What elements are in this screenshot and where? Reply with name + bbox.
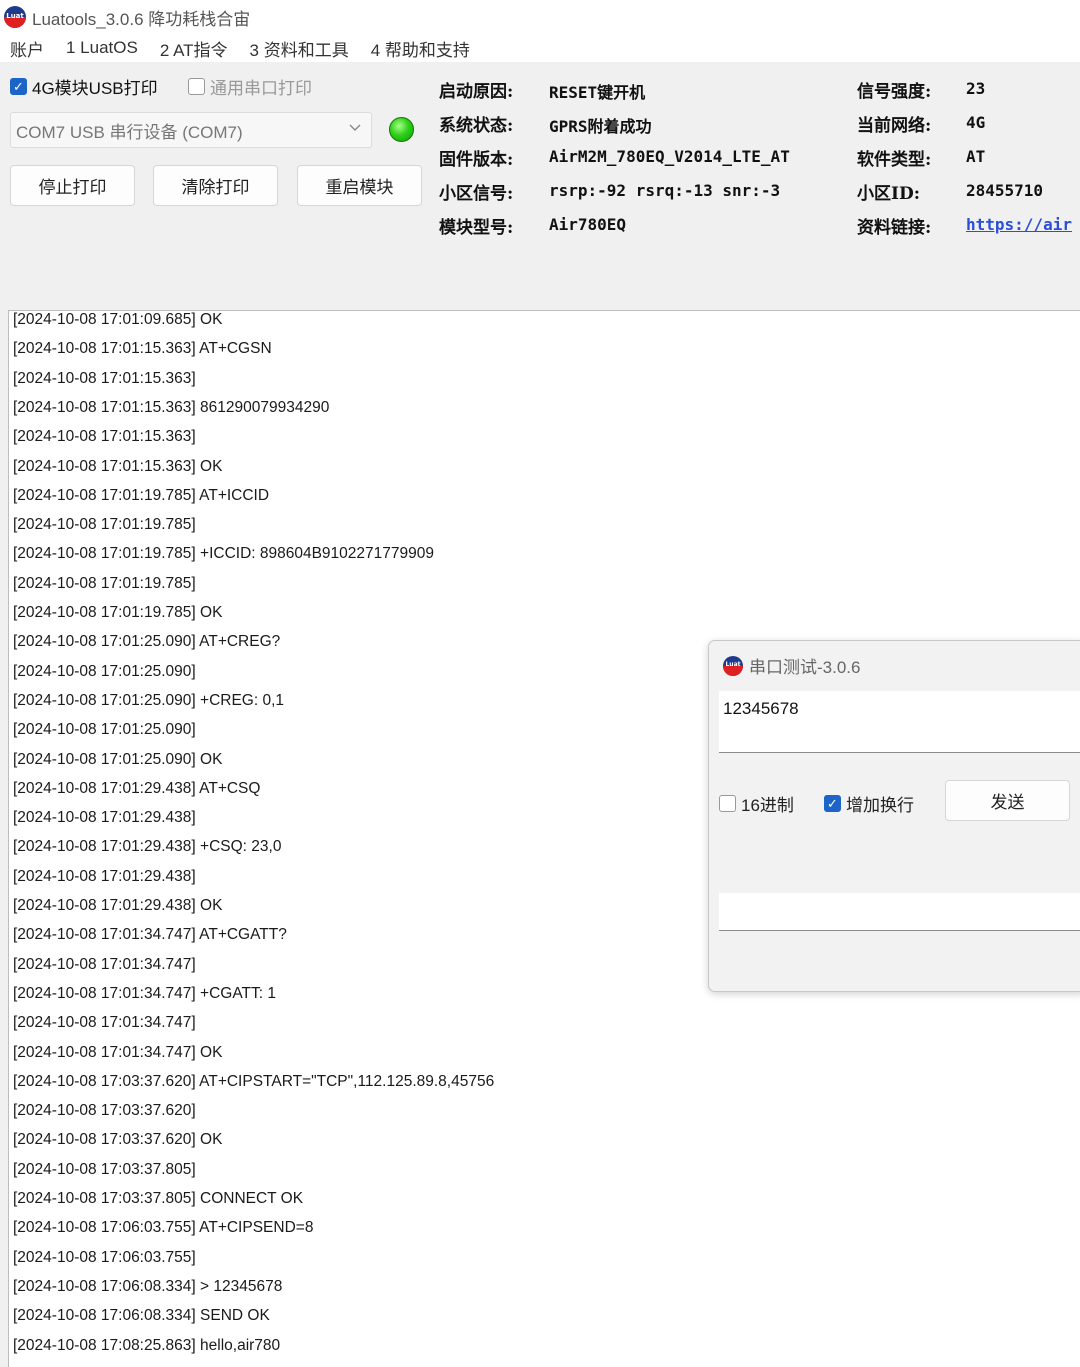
log-line: [2024-10-08 17:01:34.747] — [13, 1014, 196, 1032]
log-line: [2024-10-08 17:01:19.785] — [13, 516, 196, 534]
log-line: [2024-10-08 17:03:37.620] — [13, 1102, 196, 1120]
chevron-down-icon — [349, 124, 361, 131]
software-type-label: 软件类型: — [857, 150, 932, 170]
log-line: [2024-10-08 17:01:25.090] OK — [13, 750, 223, 768]
menu-account[interactable]: 账户 — [10, 36, 44, 61]
log-line: [2024-10-08 17:03:37.620] AT+CIPSTART="T… — [13, 1072, 495, 1090]
signal-strength-label: 信号强度: — [857, 82, 932, 102]
log-line: [2024-10-08 17:01:15.363] — [13, 428, 196, 446]
log-line: [2024-10-08 17:08:25.863] hello,air780 — [13, 1336, 281, 1354]
log-line: [2024-10-08 17:01:25.090] AT+CREG? — [13, 633, 281, 651]
serial-test-dialog: Luat 串口测试-3.0.6 12345678 16进制 ✓ 增加换行 发送 — [708, 640, 1080, 992]
top-panel: ✓ 4G模块USB打印 通用串口打印 COM7 USB 串行设备 (COM7) … — [0, 62, 1080, 310]
boot-reason-label: 启动原因: — [439, 82, 514, 102]
window-title: Luatools_3.0.6 降功耗栈合宙 — [32, 9, 251, 29]
current-network-value: 4G — [966, 113, 986, 132]
system-status-label: 系统状态: — [439, 116, 514, 136]
cell-id-label: 小区ID: — [857, 184, 920, 204]
menu-bar: 账户 1 LuatOS 2 AT指令 3 资料和工具 4 帮助和支持 — [0, 34, 1080, 62]
serial-print-label: 通用串口打印 — [210, 79, 312, 98]
log-line: [2024-10-08 17:01:34.747] OK — [13, 1043, 223, 1061]
log-line: [2024-10-08 17:06:03.755] AT+CIPSEND=8 — [13, 1219, 314, 1237]
usb-print-label: 4G模块USB打印 — [32, 79, 158, 98]
clear-print-button[interactable]: 清除打印 — [153, 165, 278, 206]
log-line: [2024-10-08 17:03:37.805] CONNECT OK — [13, 1190, 304, 1207]
checkbox-checked-icon: ✓ — [824, 795, 841, 812]
log-line: [2024-10-08 17:03:37.620] OK — [13, 1131, 223, 1149]
current-network-label: 当前网络: — [857, 116, 932, 136]
system-status-value: GPRS附着成功 — [549, 117, 652, 136]
hex-label: 16进制 — [741, 796, 794, 815]
firmware-version-label: 固件版本: — [439, 150, 514, 170]
dialog-title: 串口测试-3.0.6 — [749, 658, 861, 677]
log-line: [2024-10-08 17:01:25.090] — [13, 721, 196, 739]
port-select-value: COM7 USB 串行设备 (COM7) — [16, 122, 243, 142]
log-line: [2024-10-08 17:01:34.747] +CGATT: 1 — [13, 984, 276, 1002]
menu-luatos[interactable]: 1 LuatOS — [66, 38, 138, 58]
receive-data-field[interactable] — [719, 893, 1080, 931]
log-line: [2024-10-08 17:01:19.785] OK — [13, 604, 223, 621]
title-bar: Luat Luatools_3.0.6 降功耗栈合宙 — [0, 0, 1080, 34]
log-line: [2024-10-08 17:06:03.755] — [13, 1248, 196, 1266]
app-logo-icon: Luat — [4, 6, 26, 28]
add-newline-label: 增加换行 — [846, 796, 914, 815]
checkbox-checked-icon: ✓ — [10, 78, 27, 95]
log-line: [2024-10-08 17:01:29.438] — [13, 809, 196, 827]
menu-resources-tools[interactable]: 3 资料和工具 — [250, 36, 349, 61]
log-line: [2024-10-08 17:01:29.438] +CSQ: 23,0 — [13, 838, 282, 856]
log-line: [2024-10-08 17:01:19.785] AT+ICCID — [13, 486, 270, 504]
cell-id-value: 28455710 — [966, 181, 1044, 200]
log-line: [2024-10-08 17:06:08.334] SEND OK — [13, 1307, 270, 1325]
cell-signal-value: rsrp:-92 rsrq:-13 snr:-3 — [549, 181, 781, 200]
log-line: [2024-10-08 17:01:09.685] OK — [13, 311, 223, 328]
menu-at-commands[interactable]: 2 AT指令 — [160, 36, 228, 61]
send-button[interactable]: 发送 — [945, 780, 1070, 821]
module-model-label: 模块型号: — [439, 218, 514, 238]
firmware-version-value: AirM2M_780EQ_V2014_LTE_AT — [549, 147, 790, 166]
log-line: [2024-10-08 17:01:25.090] — [13, 662, 196, 680]
add-newline-checkbox[interactable]: ✓ 增加换行 — [824, 791, 914, 816]
module-model-value: Air780EQ — [549, 215, 627, 234]
menu-help-support[interactable]: 4 帮助和支持 — [371, 36, 470, 61]
log-line: [2024-10-08 17:01:15.363] AT+CGSN — [13, 340, 272, 358]
log-line: [2024-10-08 17:01:25.090] +CREG: 0,1 — [13, 691, 285, 709]
log-line: [2024-10-08 17:01:34.747] — [13, 955, 196, 973]
app-logo-icon: Luat — [723, 655, 743, 676]
boot-reason-value: RESET键开机 — [549, 83, 646, 102]
hex-checkbox[interactable]: 16进制 — [719, 791, 794, 816]
docs-link[interactable]: https://air — [966, 215, 1072, 234]
port-select[interactable]: COM7 USB 串行设备 (COM7) — [10, 112, 372, 148]
send-data-input[interactable]: 12345678 — [719, 691, 1080, 753]
log-line: [2024-10-08 17:01:29.438] OK — [13, 897, 223, 914]
status-led-indicator — [389, 117, 414, 142]
log-line: [2024-10-08 17:01:34.747] AT+CGATT? — [13, 926, 287, 944]
restart-module-button[interactable]: 重启模块 — [297, 165, 422, 206]
stop-print-button[interactable]: 停止打印 — [10, 165, 135, 206]
log-line: [2024-10-08 17:01:19.785] — [13, 574, 196, 592]
docs-link-label: 资料链接: — [857, 218, 932, 238]
log-line: [2024-10-08 17:01:15.363] 86129007993429… — [13, 398, 330, 416]
cell-signal-label: 小区信号: — [439, 184, 514, 204]
log-line: [2024-10-08 17:01:15.363] — [13, 369, 196, 387]
log-line: [2024-10-08 17:01:15.363] OK — [13, 457, 223, 475]
serial-print-checkbox[interactable]: 通用串口打印 — [188, 74, 312, 99]
checkbox-unchecked-icon — [188, 78, 205, 95]
log-line: [2024-10-08 17:01:29.438] AT+CSQ — [13, 779, 261, 797]
log-line: [2024-10-08 17:01:19.785] +ICCID: 898604… — [13, 545, 434, 563]
signal-strength-value: 23 — [966, 79, 986, 98]
log-line: [2024-10-08 17:01:29.438] — [13, 867, 196, 885]
log-line: [2024-10-08 17:06:08.334] > 12345678 — [13, 1277, 283, 1295]
dialog-title-bar: Luat 串口测试-3.0.6 — [723, 653, 860, 678]
checkbox-unchecked-icon — [719, 795, 736, 812]
log-line: [2024-10-08 17:03:37.805] — [13, 1160, 196, 1178]
software-type-value: AT — [966, 147, 986, 166]
usb-print-checkbox[interactable]: ✓ 4G模块USB打印 — [10, 74, 158, 99]
